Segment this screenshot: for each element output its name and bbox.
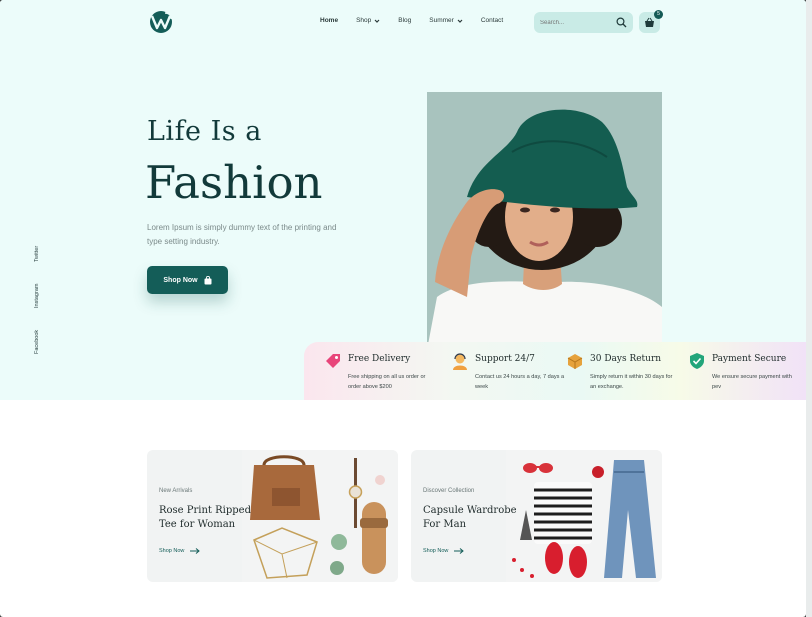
feature-title: 30 Days Return: [590, 354, 662, 364]
shield-check-icon: [690, 353, 704, 369]
search-icon[interactable]: [616, 17, 627, 28]
search-input[interactable]: [534, 12, 614, 33]
card-title: Capsule Wardrobe For Man: [423, 505, 517, 530]
main-nav: Home Shop Blog Summer Contact: [320, 17, 521, 24]
shopping-bag-icon: [204, 275, 212, 284]
card-shop-link[interactable]: Shop Now: [423, 548, 465, 554]
card-link-label: Shop Now: [423, 548, 449, 554]
promo-card-discover-collection[interactable]: Discover Collection Capsule Wardrobe For…: [411, 450, 662, 582]
hero-description: Lorem Ipsum is simply dummy text of the …: [147, 223, 337, 246]
card-link-label: Shop Now: [159, 548, 185, 554]
social-link-instagram[interactable]: Instagram: [34, 284, 40, 308]
feature-title: Free Delivery: [348, 354, 411, 364]
nav-item-label: Blog: [398, 17, 412, 24]
social-link-facebook[interactable]: Facebook: [34, 330, 40, 354]
card-tag: Discover Collection: [423, 488, 475, 494]
nav-item-label: Contact: [480, 17, 504, 24]
feature-title: Payment Secure: [712, 354, 787, 364]
nav-item-label: Shop: [356, 17, 372, 24]
hero-heading-line2: Fashion: [145, 156, 323, 209]
nav-item-label: Home: [320, 17, 339, 24]
window-edge: [806, 0, 812, 617]
feature-strip: Free Delivery Free shipping on all us or…: [304, 342, 806, 400]
shop-now-button[interactable]: Shop Now: [147, 266, 228, 294]
nav-item-home[interactable]: Home: [320, 17, 338, 24]
feature-title: Support 24/7: [475, 354, 535, 364]
nav-item-label: Summer: [429, 17, 454, 24]
hero-background: [0, 0, 806, 400]
cart-count-badge: 5: [654, 10, 663, 19]
feature-description: We ensure secure payment with pev: [712, 374, 792, 390]
promo-card-new-arrivals[interactable]: New Arrivals Rose Print Ripped Tee for W…: [147, 450, 398, 582]
hero-model-image: [427, 92, 662, 350]
chevron-down-icon: [457, 19, 463, 23]
return-box-icon: [567, 354, 583, 369]
price-tag-icon: [326, 354, 340, 368]
nav-item-contact[interactable]: Contact: [481, 17, 503, 24]
arrow-right-icon: [454, 548, 465, 554]
nav-item-shop[interactable]: Shop: [356, 17, 380, 24]
card-title: Rose Print Ripped Tee for Woman: [159, 505, 251, 530]
chevron-down-icon: [374, 19, 380, 23]
nav-item-blog[interactable]: Blog: [398, 17, 411, 24]
feature-description: Simply return it within 30 days for an e…: [590, 374, 673, 390]
feature-description: Free shipping on all us order or order a…: [348, 374, 426, 390]
nav-item-summer[interactable]: Summer: [429, 17, 463, 24]
card-shop-link[interactable]: Shop Now: [159, 548, 201, 554]
social-link-twitter[interactable]: Twitter: [34, 246, 40, 262]
search-box: [534, 12, 633, 33]
support-agent-icon: [453, 353, 467, 370]
shop-now-label: Shop Now: [163, 276, 198, 284]
page: Home Shop Blog Summer Contact 5 Twitter …: [0, 0, 806, 617]
hero-heading-line1: Life Is a: [147, 116, 262, 147]
basket-icon: [645, 17, 654, 27]
card-tag: New Arrivals: [159, 488, 193, 494]
w-logo-icon[interactable]: [147, 10, 175, 34]
arrow-right-icon: [190, 548, 201, 554]
feature-description: Contact us 24 hours a day, 7 days a week: [475, 374, 565, 390]
